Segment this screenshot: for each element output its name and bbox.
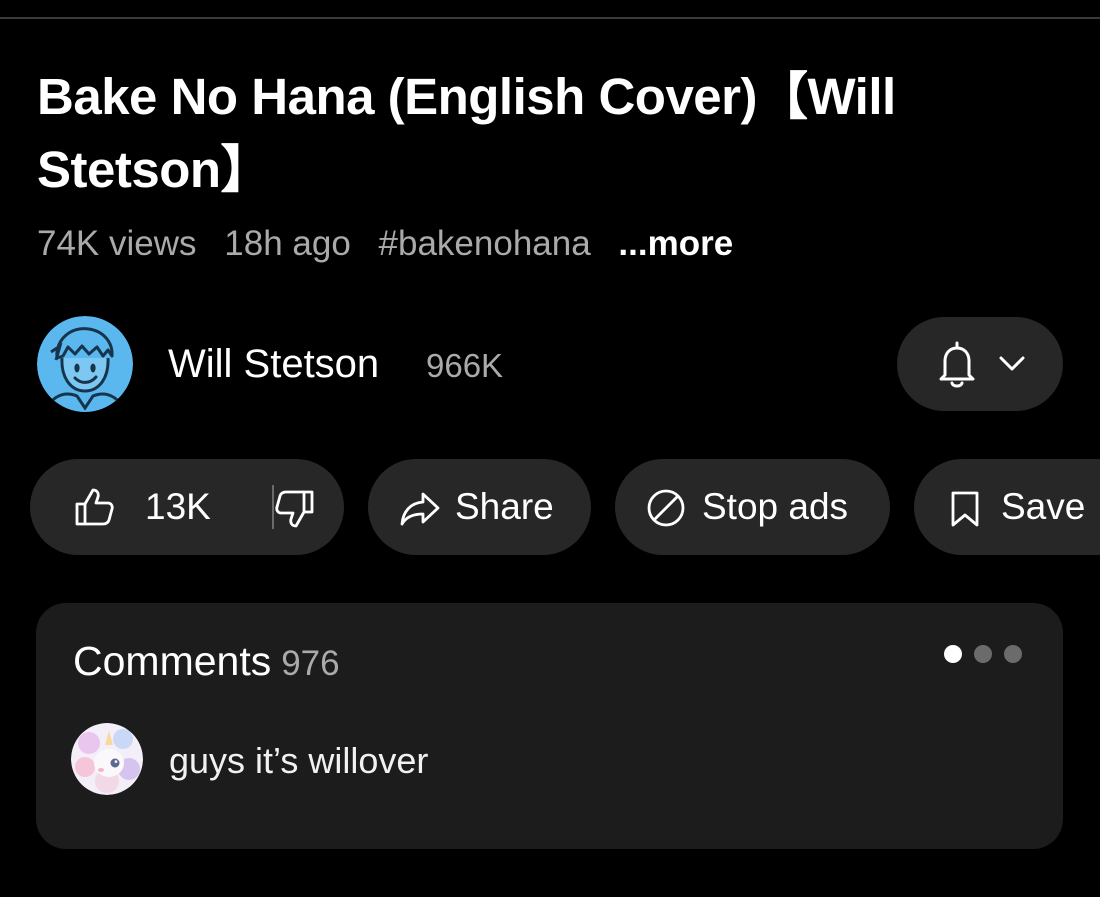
thumbs-up-icon[interactable] (74, 487, 114, 527)
video-meta[interactable]: 74K views 18h ago #bakenohana ...more (37, 222, 733, 266)
like-dislike-button[interactable]: 13K (30, 459, 344, 555)
save-button[interactable]: Save (914, 459, 1100, 555)
thumbs-down-icon[interactable] (275, 489, 315, 529)
pager-dot-2 (974, 645, 992, 663)
channel-name[interactable]: Will Stetson (168, 340, 379, 388)
bookmark-icon (951, 491, 979, 527)
subscription-bell-button[interactable] (897, 317, 1063, 411)
block-icon (647, 489, 685, 527)
top-divider (0, 17, 1100, 19)
comments-section[interactable]: Comments 976 guys it’s willover (36, 603, 1063, 849)
cartoon-face-avatar-icon (37, 316, 133, 412)
subscriber-count: 966K (426, 347, 504, 384)
stop-ads-button[interactable]: Stop ads (615, 459, 890, 555)
save-label: Save (1001, 486, 1086, 527)
more-link[interactable]: ...more (618, 224, 733, 263)
comment-pager-dots (944, 645, 1024, 665)
video-title[interactable]: Bake No Hana (English Cover)【Will Stetso… (37, 60, 1017, 206)
like-count: 13K (145, 486, 211, 527)
top-comment-text: guys it’s willover (169, 740, 429, 781)
upload-age: 18h ago (224, 224, 351, 263)
stop-ads-label: Stop ads (702, 486, 849, 527)
bell-icon (939, 341, 975, 388)
comments-count: 976 (281, 644, 340, 683)
action-buttons-row: 13K Share Stop ads Save (0, 459, 1100, 555)
chevron-down-icon (999, 356, 1025, 371)
video-details-screen: Bake No Hana (English Cover)【Will Stetso… (0, 0, 1100, 897)
pager-dot-3 (1004, 645, 1022, 663)
commenter-avatar (71, 723, 143, 795)
unicorn-avatar-icon (71, 723, 143, 795)
hashtag-link[interactable]: #bakenohana (379, 224, 591, 263)
channel-row: Will Stetson 966K (37, 316, 1063, 412)
comments-title: Comments (73, 638, 272, 684)
pager-dot-1 (944, 645, 962, 663)
share-label: Share (455, 486, 554, 527)
view-count: 74K views (37, 224, 197, 263)
channel-avatar[interactable] (37, 316, 133, 412)
comments-header: Comments 976 (73, 637, 340, 688)
like-divider (272, 485, 274, 529)
share-arrow-icon (400, 492, 440, 526)
share-button[interactable]: Share (368, 459, 591, 555)
